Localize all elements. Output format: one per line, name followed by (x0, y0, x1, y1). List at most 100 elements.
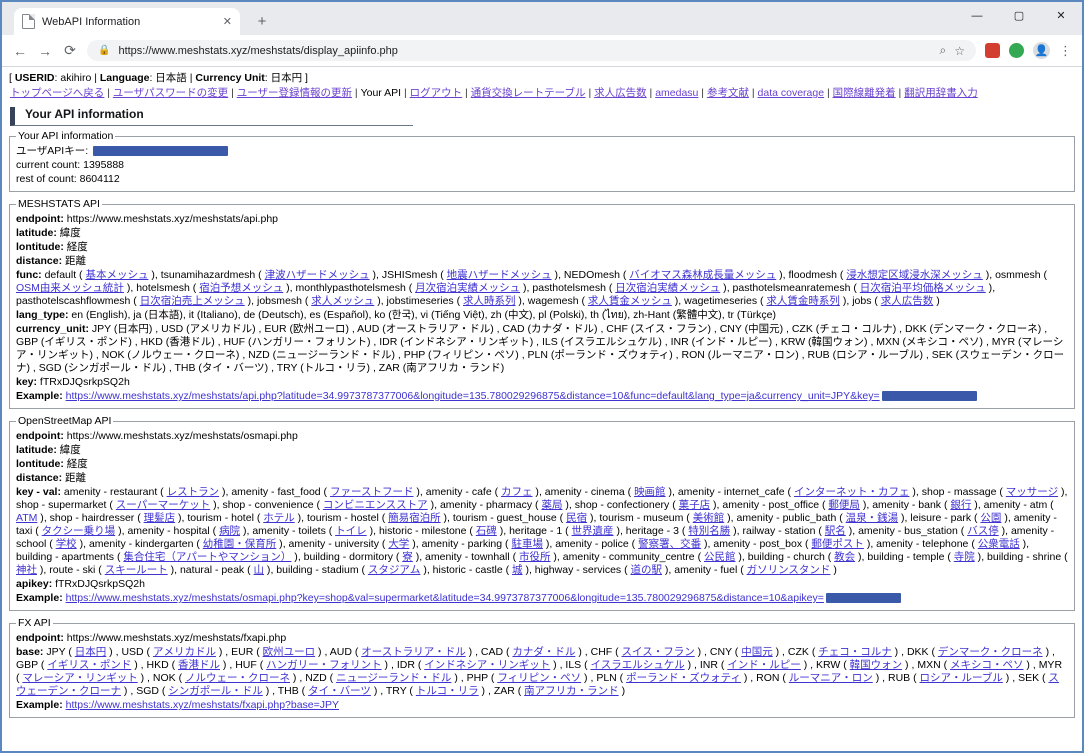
inline-link[interactable]: 理髪店 (144, 512, 176, 524)
inline-link[interactable]: レストラン (167, 486, 220, 498)
inline-link[interactable]: 病院 (219, 525, 240, 537)
inline-link[interactable]: 市役所 (519, 551, 551, 563)
inline-link[interactable]: 民宿 (566, 512, 587, 524)
inline-link[interactable]: デンマーク・クローネ (938, 646, 1043, 658)
inline-link[interactable]: 求人賃金メッシュ (588, 295, 672, 307)
minimize-button[interactable]: — (956, 2, 998, 29)
inline-link[interactable]: イスラエルシュケル (591, 659, 685, 671)
inline-link[interactable]: 月次宿泊実績メッシュ (415, 282, 520, 294)
inline-link[interactable]: 道の駅 (631, 564, 663, 576)
inline-link[interactable]: オーストラリア・ドル (361, 646, 465, 658)
inline-link[interactable]: 幼稚園・保育所 (203, 538, 277, 550)
extension-green-icon[interactable] (1009, 43, 1024, 58)
new-tab-button[interactable]: + (250, 13, 274, 30)
inline-link[interactable]: 宿泊予想メッシュ (199, 282, 283, 294)
close-button[interactable]: ✕ (1040, 2, 1082, 29)
inline-link[interactable]: 教会 (834, 551, 855, 563)
inline-link[interactable]: スイス・フラン (622, 646, 695, 658)
extension-red-icon[interactable] (985, 43, 1000, 58)
inline-link[interactable]: 求人時系列 (463, 295, 516, 307)
inline-link[interactable]: 駐車場 (511, 538, 543, 550)
inline-link[interactable]: ガソリンスタンド (747, 564, 831, 576)
inline-link[interactable]: 学校 (56, 538, 77, 550)
inline-link[interactable]: 特別名勝 (688, 525, 730, 537)
inline-link[interactable]: 城 (512, 564, 523, 576)
nav-item[interactable]: ログアウト (410, 87, 463, 99)
nav-item[interactable]: ユーザパスワードの変更 (113, 87, 228, 99)
browser-tab[interactable]: WebAPI Information ✕ (14, 8, 240, 35)
inline-link[interactable]: ホテル (263, 512, 295, 524)
inline-link[interactable]: 日次宿泊売上メッシュ (140, 295, 245, 307)
inline-link[interactable]: https://www.meshstats.xyz/meshstats/fxap… (66, 699, 339, 711)
inline-link[interactable]: 警察署、交番 (638, 538, 701, 550)
inline-link[interactable]: ATM (16, 512, 37, 524)
inline-link[interactable]: 欧州ユーロ (263, 646, 316, 658)
inline-link[interactable]: アメリカドル (153, 646, 216, 658)
inline-link[interactable]: ファーストフード (330, 486, 413, 498)
inline-link[interactable]: 薬局 (541, 499, 562, 511)
nav-item[interactable]: data coverage (758, 87, 825, 99)
inline-link[interactable]: 求人メッシュ (311, 295, 374, 307)
inline-link[interactable]: 南アフリカ・ランド (524, 685, 619, 697)
inline-link[interactable]: スタジアム (368, 564, 421, 576)
inline-link[interactable]: 求人広告数 (881, 295, 934, 307)
inline-link[interactable]: 温泉・銭湯 (846, 512, 899, 524)
inline-link[interactable]: 香港ドル (178, 659, 220, 671)
inline-link[interactable]: カフェ (501, 486, 533, 498)
url-text[interactable]: https://www.meshstats.xyz/meshstats/disp… (118, 45, 931, 57)
inline-link[interactable]: シンガポール・ドル (168, 685, 263, 697)
inline-link[interactable]: 基本メッシュ (85, 269, 148, 281)
inline-link[interactable]: 簡易宿泊所 (388, 512, 441, 524)
inline-link[interactable]: インドネシア・リンギット (424, 659, 550, 671)
profile-avatar-icon[interactable]: 👤 (1033, 42, 1050, 59)
inline-link[interactable]: ロシア・ルーブル (920, 672, 1003, 684)
inline-link[interactable]: 駅名 (825, 525, 846, 537)
inline-link[interactable]: 銀行 (950, 499, 971, 511)
inline-link[interactable]: ノルウェー・クローネ (185, 672, 290, 684)
inline-link[interactable]: 地震ハザードメッシュ (447, 269, 552, 281)
inline-link[interactable]: 津波ハザードメッシュ (265, 269, 370, 281)
inline-link[interactable]: 公衆電話 (978, 538, 1020, 550)
inline-link[interactable]: 美術館 (693, 512, 725, 524)
inline-link[interactable]: ニュージーランド・ドル (336, 672, 451, 684)
inline-link[interactable]: バイオマス森林成長量メッシュ (629, 269, 776, 281)
inline-link[interactable]: 日次宿泊実績メッシュ (615, 282, 720, 294)
inline-link[interactable]: 郵便ポスト (811, 538, 864, 550)
address-bar[interactable]: 🔒 https://www.meshstats.xyz/meshstats/di… (87, 40, 976, 61)
menu-kebab-icon[interactable]: ⋮ (1059, 43, 1072, 59)
inline-link[interactable]: イギリス・ポンド (47, 659, 131, 671)
inline-link[interactable]: OSM由来メッシュ統計 (16, 282, 124, 294)
inline-link[interactable]: ハンガリー・フォリント (266, 659, 382, 671)
inline-link[interactable]: https://www.meshstats.xyz/meshstats/osma… (66, 592, 824, 604)
inline-link[interactable]: トイレ (335, 525, 367, 537)
inline-link[interactable]: バス停 (967, 525, 999, 537)
inline-link[interactable]: チェコ・コルナ (818, 646, 892, 658)
inline-link[interactable]: コンビニエンスストア (323, 499, 428, 511)
inline-link[interactable]: 浸水想定区域浸水深メッシュ (846, 269, 983, 281)
inline-link[interactable]: https://www.meshstats.xyz/meshstats/api.… (66, 390, 880, 402)
inline-link[interactable]: インド・ルピー (727, 659, 801, 671)
nav-item[interactable]: 参考文献 (707, 87, 749, 99)
inline-link[interactable]: 映画館 (634, 486, 666, 498)
inline-link[interactable]: 石碑 (476, 525, 497, 537)
inline-link[interactable]: 郵便局 (828, 499, 860, 511)
inline-link[interactable]: 神社 (16, 564, 37, 576)
inline-link[interactable]: 山 (254, 564, 265, 576)
inline-link[interactable]: マレーシア・リンギット (22, 672, 137, 684)
inline-link[interactable]: タイ・バーツ (308, 685, 371, 697)
search-icon[interactable]: ⌕ (940, 43, 947, 58)
inline-link[interactable]: マッサージ (1006, 486, 1058, 498)
inline-link[interactable]: メキシコ・ペソ (950, 659, 1024, 671)
inline-link[interactable]: 寮 (402, 551, 413, 563)
reload-icon[interactable]: ⟳ (62, 42, 78, 59)
nav-item[interactable]: 国際線離発着 (833, 87, 896, 99)
inline-link[interactable]: 世界遺産 (572, 525, 614, 537)
forward-icon[interactable]: → (37, 43, 53, 59)
inline-link[interactable]: 公園 (980, 512, 1001, 524)
nav-item[interactable]: ユーザー登録情報の更新 (237, 87, 352, 99)
inline-link[interactable]: 集合住宅（アパートやマンション） (123, 551, 291, 563)
nav-item[interactable]: トップページへ戻る (10, 87, 104, 99)
inline-link[interactable]: 韓国ウォン (850, 659, 903, 671)
inline-link[interactable]: タクシー乗り場 (42, 525, 116, 537)
inline-link[interactable]: インターネット・カフェ (794, 486, 910, 498)
